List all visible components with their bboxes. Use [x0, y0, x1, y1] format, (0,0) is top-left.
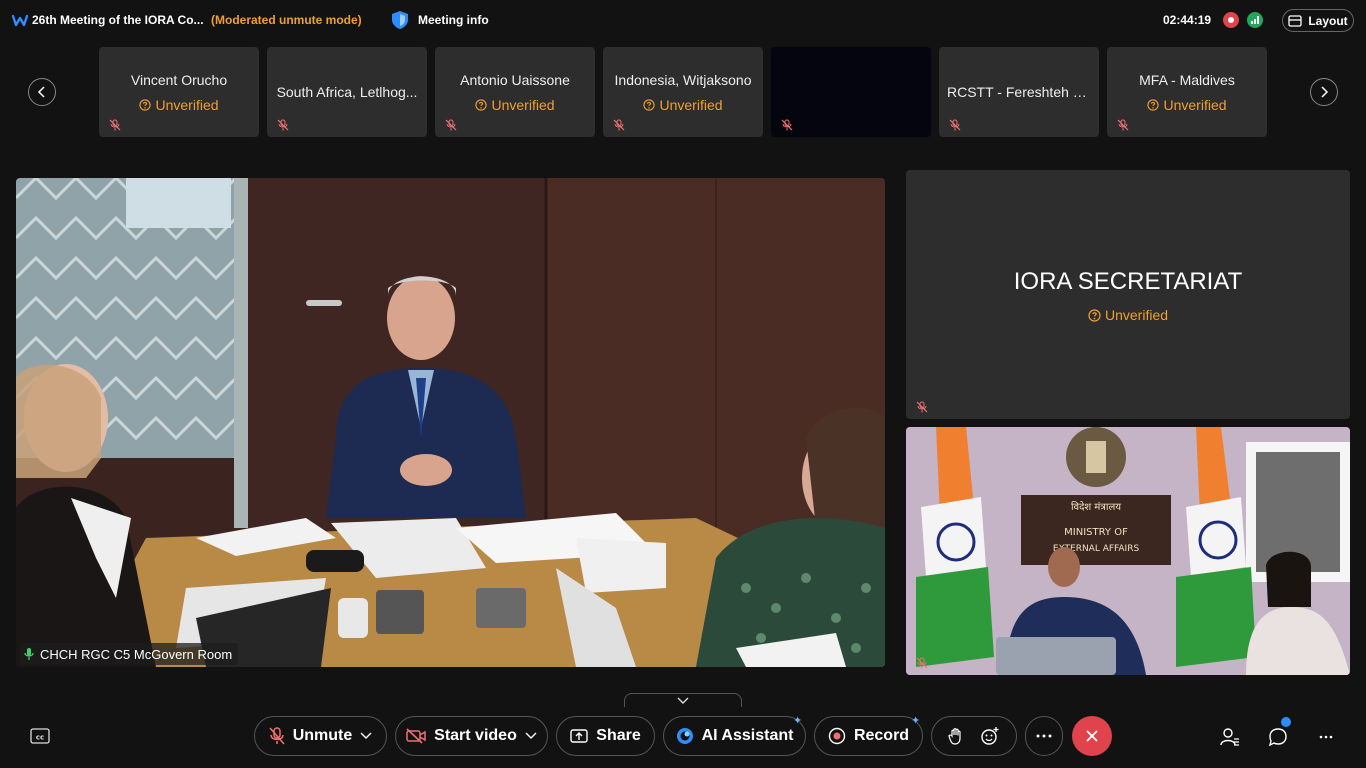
chat-icon — [1268, 728, 1287, 747]
participant-tile[interactable]: South Africa, Letlhog... — [267, 47, 427, 137]
unmute-label: Unmute — [292, 727, 353, 744]
sparkle-icon: ✦ — [911, 715, 921, 727]
record-icon — [828, 727, 846, 745]
question-circle-icon — [643, 99, 656, 111]
unverified-badge: Unverified — [1107, 97, 1267, 113]
participant-name: Antonio Uaissone — [460, 72, 570, 88]
active-speaker-name-tag: CHCH RGC C5 McGovern Room — [20, 643, 239, 665]
muted-microphone-icon — [916, 401, 928, 413]
participant-name: MFA - Maldives — [1139, 72, 1235, 88]
shield-icon — [392, 11, 408, 29]
unmute-mode-label: (Moderated unmute mode) — [211, 13, 362, 27]
record-label: Record — [853, 727, 910, 744]
raise-hand-icon[interactable] — [948, 727, 964, 745]
ai-assistant-icon — [676, 728, 693, 744]
mea-sign-hindi: विदेश मंत्रालय — [1071, 501, 1121, 513]
chevron-down-icon[interactable] — [360, 732, 372, 740]
participant-name: Indonesia, Witjaksono — [614, 72, 752, 88]
reaction-emoji-icon[interactable] — [980, 726, 1000, 746]
sparkle-icon: ✦ — [793, 715, 803, 727]
meeting-info-button[interactable]: Meeting info — [390, 10, 489, 30]
controls-drawer-toggle[interactable] — [624, 693, 742, 707]
unmute-button[interactable]: Unmute — [254, 716, 387, 756]
muted-microphone-icon — [613, 119, 625, 131]
start-video-label: Start video — [434, 727, 517, 744]
layout-icon — [1288, 14, 1302, 27]
layout-button[interactable]: Layout — [1282, 9, 1354, 32]
unverified-badge: Unverified — [99, 97, 259, 113]
svg-text:cc: cc — [36, 734, 44, 742]
ai-assistant-label: AI Assistant — [701, 727, 794, 744]
participant-tile[interactable] — [771, 47, 931, 137]
app-menu-button[interactable] — [1315, 726, 1337, 748]
close-icon — [1086, 730, 1098, 742]
participant-tile[interactable]: Vincent Orucho Unverified — [99, 47, 259, 137]
start-video-button[interactable]: Start video — [395, 716, 548, 756]
recording-indicator-icon[interactable] — [1223, 12, 1239, 28]
webex-logo-icon — [12, 14, 28, 27]
chevron-right-icon — [1321, 86, 1329, 98]
share-button[interactable]: Share — [556, 716, 655, 756]
muted-microphone-icon — [445, 119, 457, 131]
unverified-badge: Unverified — [603, 97, 763, 113]
question-circle-icon — [139, 99, 152, 111]
meeting-info-label: Meeting info — [418, 13, 489, 27]
chevron-down-icon — [677, 697, 689, 704]
participant-name: RCSTT - Fereshteh M... — [947, 84, 1091, 100]
chevron-down-icon[interactable] — [525, 732, 537, 740]
layout-label: Layout — [1308, 13, 1348, 28]
question-circle-icon — [1147, 99, 1160, 111]
participant-tile[interactable]: Antonio Uaissone Unverified — [435, 47, 595, 137]
closed-captions-icon[interactable]: cc — [30, 728, 50, 744]
top-bar: 26th Meeting of the IORA Co... (Moderate… — [0, 0, 1366, 40]
active-speaker-video[interactable] — [16, 178, 885, 667]
meeting-clock: 02:44:19 — [1163, 13, 1212, 27]
participant-name: IORA SECRETARIAT — [1013, 268, 1243, 295]
chat-button[interactable] — [1267, 717, 1291, 748]
unverified-badge: Unverified — [435, 97, 595, 113]
record-button[interactable]: Record — [814, 716, 923, 756]
participants-button[interactable] — [1219, 726, 1241, 748]
muted-microphone-icon — [916, 657, 928, 669]
muted-microphone-icon — [277, 119, 289, 131]
more-dots-icon — [1319, 735, 1333, 739]
participant-tile-iora-secretariat[interactable]: IORA SECRETARIAT Unverified — [906, 170, 1350, 419]
mea-sign-line1: MINISTRY OF — [1064, 527, 1128, 538]
conference-room-video-frame — [16, 178, 885, 667]
reactions-group — [931, 716, 1017, 756]
muted-microphone-icon — [1117, 119, 1129, 131]
filmstrip-next-button[interactable] — [1310, 78, 1338, 106]
participant-name: Vincent Orucho — [130, 72, 228, 88]
video-off-icon — [406, 728, 426, 744]
share-label: Share — [596, 727, 641, 744]
participant-tile[interactable]: Indonesia, Witjaksono Unverified — [603, 47, 763, 137]
muted-microphone-icon — [781, 119, 793, 131]
more-dots-icon — [1036, 734, 1052, 738]
active-speaker-name: CHCH RGC C5 McGovern Room — [40, 646, 233, 662]
chevron-left-icon — [37, 86, 45, 98]
filmstrip-prev-button[interactable] — [28, 78, 56, 106]
network-health-icon[interactable] — [1247, 12, 1263, 28]
participant-name: South Africa, Letlhog... — [276, 84, 418, 100]
share-screen-icon — [570, 729, 588, 743]
participant-video-india-mea[interactable]: विदेश मंत्रालय MINISTRY OF EXTERNAL AFFA… — [906, 427, 1350, 675]
participants-icon — [1220, 728, 1239, 746]
unverified-badge: Unverified — [906, 307, 1350, 323]
ai-assistant-button[interactable]: AI Assistant — [663, 716, 806, 756]
participant-tile[interactable]: RCSTT - Fereshteh M... — [939, 47, 1099, 137]
meeting-controls-bar: cc Unmute Start video Share AI Assistant… — [0, 707, 1366, 768]
muted-microphone-icon — [109, 119, 121, 131]
more-options-button[interactable] — [1025, 716, 1063, 756]
question-circle-icon — [475, 99, 488, 111]
microphone-icon — [24, 648, 34, 660]
chat-notification-badge — [1281, 717, 1291, 727]
leave-meeting-button[interactable] — [1072, 716, 1112, 756]
question-circle-icon — [1088, 308, 1101, 322]
meeting-title: 26th Meeting of the IORA Co... — [32, 13, 204, 27]
participant-tile[interactable]: MFA - Maldives Unverified — [1107, 47, 1267, 137]
mea-room-video-frame: विदेश मंत्रालय MINISTRY OF EXTERNAL AFFA… — [906, 427, 1350, 675]
muted-microphone-icon — [949, 119, 961, 131]
muted-microphone-icon — [269, 727, 285, 745]
